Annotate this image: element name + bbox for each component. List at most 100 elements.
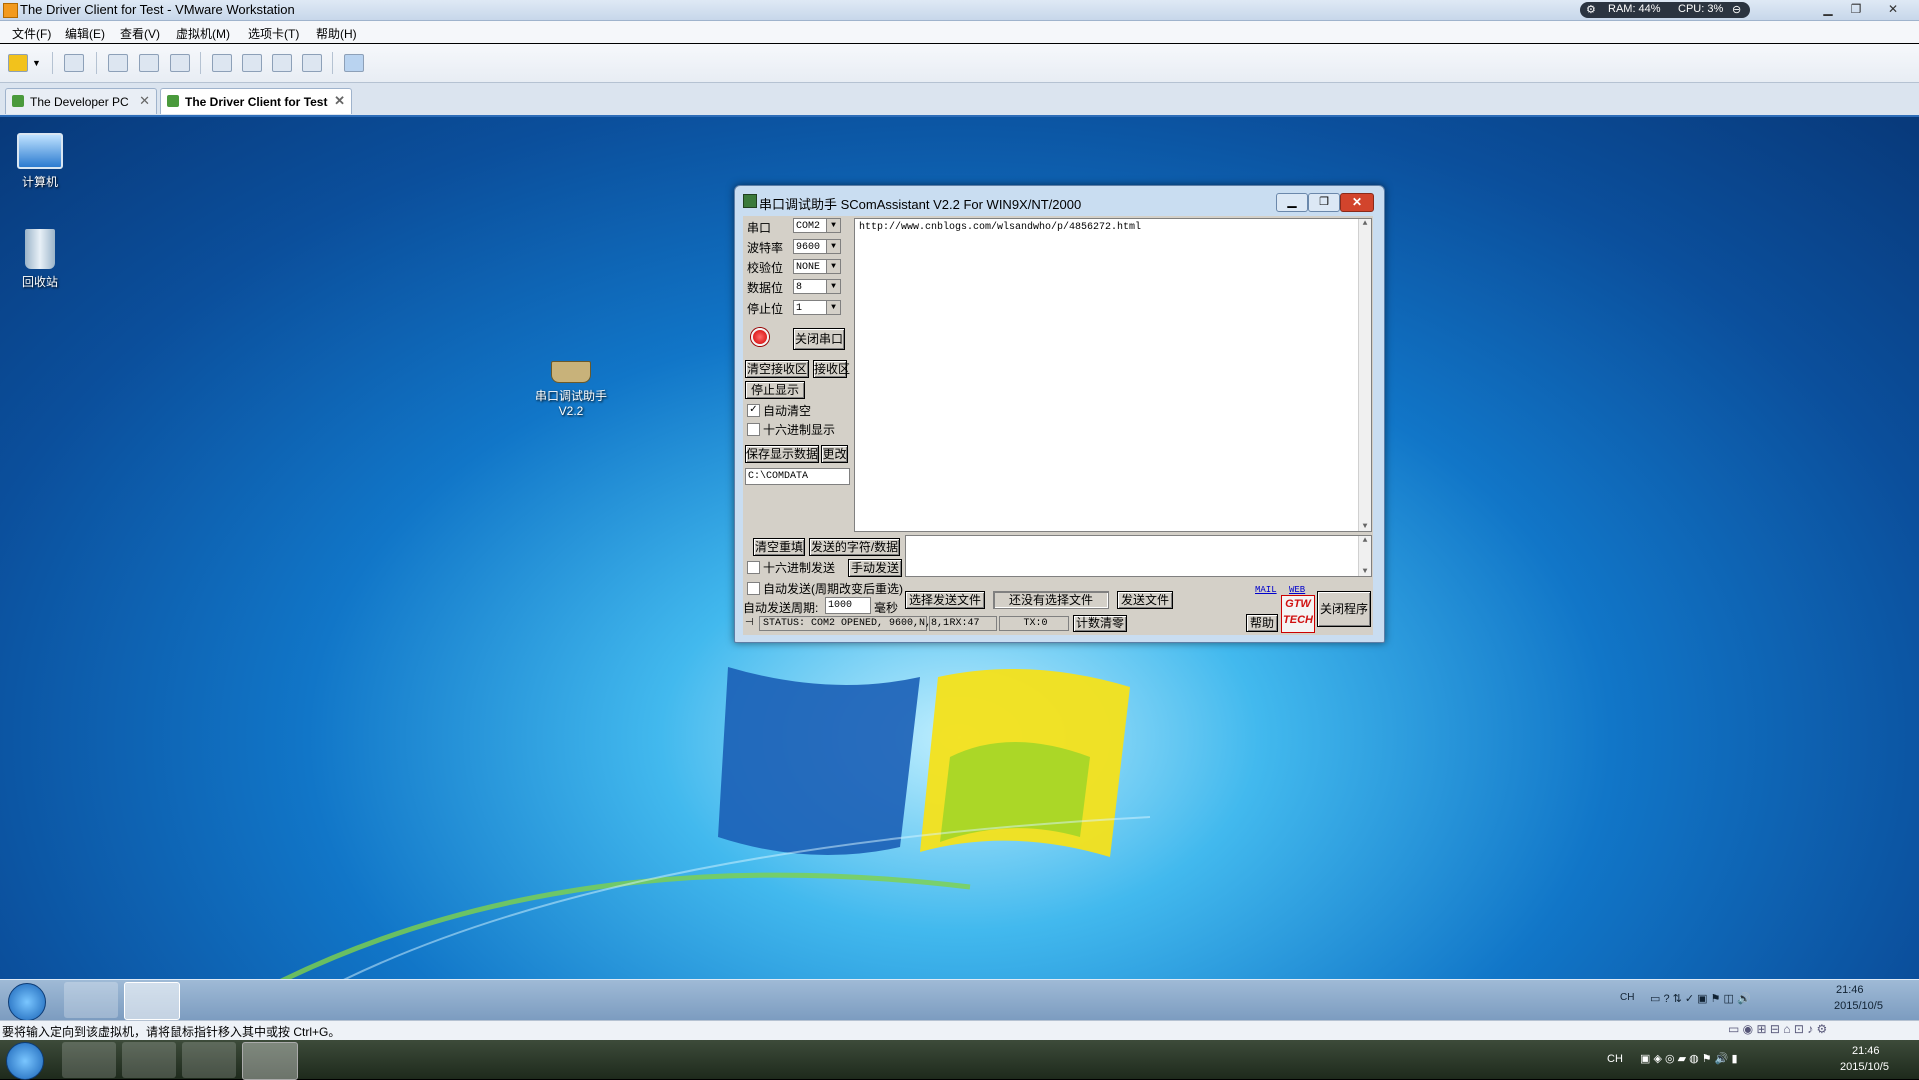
guest-clock-date[interactable]: 2015/10/5 (1834, 1000, 1883, 1012)
receive-area-button[interactable]: 接收区 (813, 360, 850, 378)
mail-link[interactable]: MAIL (1255, 585, 1277, 595)
exit-program-button[interactable]: 关闭程序 (1317, 591, 1371, 627)
send-ctrl-alt-del-icon[interactable] (64, 54, 84, 72)
setting-label-parity: 校验位 (747, 261, 784, 275)
guest-clock-time[interactable]: 21:46 (1836, 984, 1864, 996)
vmware-status-bar: 要将输入定向到该虚拟机，请将鼠标指针移入其中或按 Ctrl+G。 ▭ ◉ ⊞ ⊟… (0, 1020, 1919, 1041)
host-tray-icons[interactable]: ▣ ◈ ◎ ▰ ◍ ⚑ 🔊 ▮ (1640, 1052, 1738, 1065)
revert-snapshot-icon[interactable] (139, 54, 159, 72)
stopbits-value: 1 (796, 303, 803, 314)
databits-select[interactable]: 8 ▼ (793, 279, 841, 294)
guest-taskbar: CH ▭ ? ⇅ ✓ ▣ ⚑ ◫ 🔊 21:46 2015/10/5 (0, 979, 1919, 1021)
host-explorer-icon[interactable] (62, 1042, 116, 1078)
save-path-field[interactable]: C:\COMDATA (745, 468, 850, 485)
scroll-up-icon[interactable]: ▲ (1359, 219, 1371, 228)
chevron-down-icon[interactable]: ▼ (826, 240, 840, 253)
tx-counter: TX:0 (999, 616, 1069, 631)
snapshot-icon[interactable] (108, 54, 128, 72)
hex-display-checkbox[interactable] (747, 423, 760, 436)
tab-developer-pc[interactable]: The Developer PC ✕ (5, 88, 157, 114)
host-language-indicator[interactable]: CH (1607, 1053, 1623, 1065)
outlook-icon[interactable] (182, 1042, 236, 1078)
receive-textarea[interactable]: http://www.cnblogs.com/wlsandwho/p/48562… (854, 218, 1372, 532)
help-button[interactable]: 帮助 (1246, 614, 1278, 632)
menu-view[interactable]: 查看(V) (120, 25, 160, 42)
desktop-icon-recycle-bin[interactable]: 回收站 (0, 229, 80, 290)
vmware-taskbar-icon[interactable] (242, 1042, 298, 1080)
chevron-down-icon[interactable]: ▼ (826, 260, 840, 273)
auto-period-input[interactable]: 1000 (825, 597, 871, 614)
pin-icon: ⊣ (745, 617, 754, 628)
manual-send-button[interactable]: 手动发送 (848, 559, 902, 577)
desktop-icon-computer[interactable]: 计算机 (0, 127, 80, 190)
auto-send-checkbox[interactable] (747, 582, 760, 595)
tab-driver-client[interactable]: The Driver Client for Test ✕ (160, 88, 352, 114)
reset-count-button[interactable]: 计数清零 (1073, 615, 1127, 632)
send-textarea[interactable]: ▲ ▼ (905, 535, 1372, 577)
send-scrollbar[interactable]: ▲ ▼ (1358, 536, 1371, 576)
start-button-icon[interactable] (8, 983, 46, 1021)
host-clock-date[interactable]: 2015/10/5 (1840, 1061, 1889, 1073)
web-link[interactable]: WEB (1289, 585, 1305, 595)
send-chars-button[interactable]: 发送的字符/数据 (809, 538, 900, 556)
save-data-button[interactable]: 保存显示数据 (745, 445, 819, 463)
close-button[interactable]: ✕ (1880, 1, 1906, 17)
menu-file[interactable]: 文件(F) (12, 25, 51, 42)
close-icon[interactable]: ✕ (334, 93, 345, 109)
menu-edit[interactable]: 编辑(E) (65, 25, 105, 42)
fullscreen-icon[interactable] (272, 54, 292, 72)
library-icon[interactable] (212, 54, 232, 72)
host-clock-time[interactable]: 21:46 (1852, 1045, 1880, 1057)
toolbar-separator (52, 52, 53, 74)
auto-clear-checkbox[interactable]: ✓ (747, 404, 760, 417)
tray-icons[interactable]: ▭ ? ⇅ ✓ ▣ ⚑ ◫ 🔊 (1650, 992, 1751, 1005)
receive-scrollbar[interactable]: ▲ ▼ (1358, 219, 1371, 531)
stop-display-button[interactable]: 停止显示 (745, 381, 805, 399)
language-indicator[interactable]: CH (1620, 992, 1634, 1003)
menu-help[interactable]: 帮助(H) (316, 25, 357, 42)
power-icon[interactable] (8, 54, 28, 72)
scom-maximize-button[interactable]: ❐ (1308, 193, 1340, 212)
choose-file-button[interactable]: 选择发送文件 (905, 591, 985, 609)
scom-minimize-button[interactable]: ▁ (1276, 193, 1308, 212)
unity-icon[interactable] (302, 54, 322, 72)
desktop-swoosh (279, 816, 1150, 979)
baud-select[interactable]: 9600 ▼ (793, 239, 841, 254)
cpu-usage: CPU: 3% (1678, 3, 1724, 15)
hex-send-checkbox[interactable] (747, 561, 760, 574)
change-path-button[interactable]: 更改 (821, 445, 848, 463)
host-start-button-icon[interactable] (6, 1042, 44, 1080)
chevron-down-icon[interactable]: ▼ (32, 58, 41, 68)
close-icon[interactable]: ✕ (139, 93, 150, 109)
console-view-icon[interactable] (344, 54, 364, 72)
thumbnail-bar-icon[interactable] (242, 54, 262, 72)
meter-close-icon[interactable]: ⊖ (1732, 3, 1741, 16)
port-select[interactable]: COM2 ▼ (793, 218, 841, 233)
maximize-button[interactable]: ❐ (1843, 1, 1869, 17)
snapshot-manager-icon[interactable] (170, 54, 190, 72)
scom-window[interactable]: 串口调试助手 SComAssistant V2.2 For WIN9X/NT/2… (734, 185, 1385, 643)
tab-label: The Driver Client for Test (185, 95, 328, 109)
explorer-taskbar-icon[interactable] (64, 982, 118, 1018)
clear-refill-button[interactable]: 清空重填 (753, 538, 805, 556)
scom-close-button[interactable]: ✕ (1340, 193, 1374, 212)
clear-receive-button[interactable]: 清空接收区 (745, 360, 809, 378)
menu-tabs[interactable]: 选项卡(T) (248, 25, 299, 42)
scroll-up-icon[interactable]: ▲ (1359, 536, 1371, 545)
parity-select[interactable]: NONE ▼ (793, 259, 841, 274)
chevron-down-icon[interactable]: ▼ (826, 219, 840, 232)
scroll-down-icon[interactable]: ▼ (1359, 522, 1371, 531)
device-icons[interactable]: ▭ ◉ ⊞ ⊟ ⌂ ⊡ ♪ ⚙ (1728, 1022, 1827, 1036)
stopbits-select[interactable]: 1 ▼ (793, 300, 841, 315)
firefox-icon[interactable] (122, 1042, 176, 1078)
chevron-down-icon[interactable]: ▼ (826, 301, 840, 314)
toolbar: ▼ (0, 44, 1919, 83)
desktop-icon-scom[interactable]: 串口调试助手 V2.2 (531, 353, 611, 418)
send-file-button[interactable]: 发送文件 (1117, 591, 1173, 609)
scroll-down-icon[interactable]: ▼ (1359, 567, 1371, 576)
close-port-button[interactable]: 关闭串口 (793, 328, 845, 350)
chevron-down-icon[interactable]: ▼ (826, 280, 840, 293)
minimize-button[interactable]: ▁ (1815, 1, 1841, 17)
scom-taskbar-icon[interactable] (124, 982, 180, 1020)
menu-vm[interactable]: 虚拟机(M) (176, 25, 230, 42)
